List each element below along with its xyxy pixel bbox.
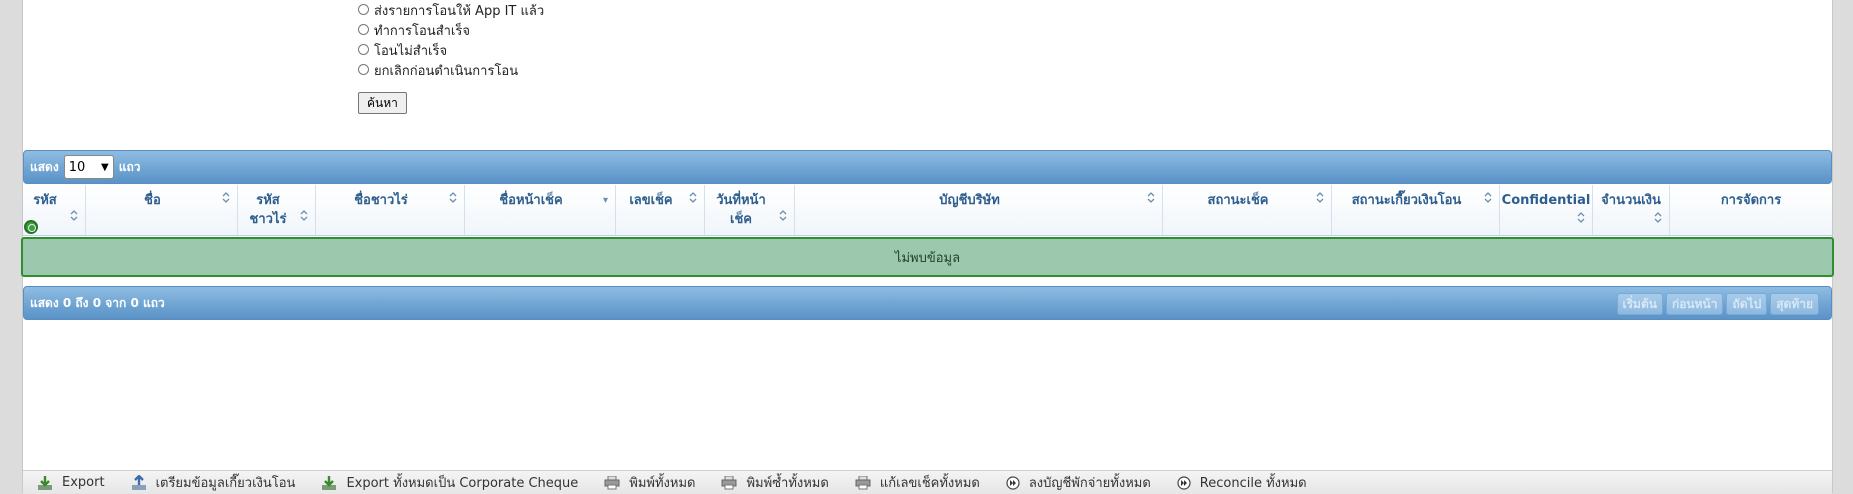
forward-icon — [1177, 475, 1191, 490]
pagination: เริ่มต้น ก่อนหน้า ถัดไป สุดท้าย — [1616, 293, 1819, 315]
toolbar-label: พิมพ์ทั้งหมด — [629, 476, 696, 491]
toolbar-label: Export ทั้งหมดเป็น Corporate Cheque — [346, 476, 579, 491]
empty-message: ไม่พบข้อมูล — [894, 250, 961, 266]
status-option-success[interactable]: ทำการโอนสำเร็จ — [358, 20, 544, 40]
status-option-sent[interactable]: ส่งรายการโอนให้ App IT แล้ว — [358, 0, 544, 20]
sort-icon — [689, 191, 697, 210]
page-length-value: 10 — [68, 159, 86, 175]
toolbar-label: ลงบัญชีพักจ่ายทั้งหมด — [1028, 476, 1151, 491]
status-option-label: โอนไม่สำเร็จ — [374, 43, 448, 59]
radio-button[interactable] — [358, 23, 369, 35]
length-prefix: แสดง — [30, 159, 59, 174]
forward-icon — [1006, 475, 1020, 490]
status-option-label: ทำการโอนสำเร็จ — [374, 23, 470, 39]
radio-button[interactable] — [358, 3, 369, 15]
status-option-failed[interactable]: โอนไม่สำเร็จ — [358, 40, 544, 60]
length-suffix: แถว — [118, 159, 141, 174]
column-header-amount[interactable]: จำนวนเงิน — [1593, 185, 1670, 235]
toolbar-label: Export — [62, 475, 105, 490]
column-label: จำนวนเงิน — [1601, 193, 1661, 208]
bottom-toolbar: Export เตรียมข้อมูลเกี๊ยวเงินโอน Export … — [23, 470, 1832, 494]
reprint-all-button[interactable]: พิมพ์ซ้ำทั้งหมด — [721, 472, 829, 493]
sort-icon — [1577, 211, 1585, 230]
table-length-bar: แสดง 10 ▼ แถว — [23, 150, 1832, 184]
sort-icon — [779, 209, 787, 228]
status-option-cancelled[interactable]: ยกเลิกก่อนดำเนินการโอน — [358, 60, 544, 80]
column-label: บัญชีบริษัท — [939, 193, 1000, 208]
column-label: สถานะเกี๊ยวเงินโอน — [1351, 193, 1462, 208]
column-header-farmer-name[interactable]: ชื่อชาวไร่ — [316, 185, 465, 235]
column-label: วันที่หน้า เช็ค — [716, 193, 766, 227]
upload-icon — [131, 474, 147, 491]
export-icon — [321, 475, 337, 491]
column-header-cheque-name[interactable]: ชื่อหน้าเช็ค ▾ — [465, 185, 616, 235]
pager-previous-button[interactable]: ก่อนหน้า — [1665, 293, 1724, 315]
post-suspense-button[interactable]: ลงบัญชีพักจ่ายทั้งหมด — [1006, 472, 1151, 493]
prepare-transfer-button[interactable]: เตรียมข้อมูลเกี๊ยวเงินโอน — [131, 472, 296, 493]
sort-icon — [1654, 211, 1662, 230]
column-label: รหัส ชาวไร่ — [249, 193, 287, 227]
printer-icon — [855, 475, 871, 490]
status-option-label: ส่งรายการโอนให้ App IT แล้ว — [374, 3, 545, 19]
sort-icon — [70, 209, 78, 228]
column-header-actions: การจัดการ — [1670, 185, 1832, 235]
table-info-bar: แสดง 0 ถึง 0 จาก 0 แถว เริ่มต้น ก่อนหน้า… — [23, 286, 1832, 320]
export-corporate-cheque-button[interactable]: Export ทั้งหมดเป็น Corporate Cheque — [321, 472, 578, 493]
column-label: ชื่อ — [144, 193, 161, 208]
column-label: ชื่อชาวไร่ — [354, 193, 408, 208]
sort-icon — [1484, 191, 1492, 210]
toolbar-label: Reconcile ทั้งหมด — [1199, 476, 1307, 491]
column-header-company-account[interactable]: บัญชีบริษัท — [795, 185, 1163, 235]
sort-icon — [300, 209, 308, 228]
column-header-confidential[interactable]: Confidential — [1500, 185, 1593, 235]
pager-first-button[interactable]: เริ่มต้น — [1616, 293, 1663, 315]
column-header-cheque-number[interactable]: เลขเช็ค — [616, 185, 705, 235]
export-button[interactable]: Export — [37, 475, 105, 491]
reconcile-all-button[interactable]: Reconcile ทั้งหมด — [1177, 472, 1307, 493]
empty-table-row: ไม่พบข้อมูล — [21, 237, 1834, 277]
column-label: Confidential — [1501, 193, 1591, 208]
pager-next-button[interactable]: ถัดไป — [1726, 293, 1768, 315]
column-label: รหัส — [33, 193, 57, 208]
export-icon — [37, 475, 53, 491]
status-filter-group: ส่งรายการโอนให้ App IT แล้ว ทำการโอนสำเร… — [358, 0, 544, 80]
sort-icon — [1147, 191, 1155, 210]
page-content: ส่งรายการโอนให้ App IT แล้ว ทำการโอนสำเร… — [21, 0, 1834, 494]
toolbar-label: แก้เลขเช็คทั้งหมด — [879, 476, 980, 491]
status-option-label: ยกเลิกก่อนดำเนินการโอน — [374, 63, 519, 79]
sort-desc-icon: ▾ — [602, 195, 608, 206]
search-button[interactable]: ค้นหา — [358, 92, 407, 114]
column-label: เลขเช็ค — [629, 193, 673, 208]
toolbar-label: เตรียมข้อมูลเกี๊ยวเงินโอน — [155, 476, 296, 491]
sort-icon — [1316, 191, 1324, 210]
printer-icon — [604, 475, 620, 490]
column-header-farmer-code[interactable]: รหัส ชาวไร่ — [238, 185, 316, 235]
page-length-select[interactable]: 10 ▼ — [63, 155, 114, 179]
column-header-name[interactable]: ชื่อ — [86, 185, 238, 235]
toolbar-label: พิมพ์ซ้ำทั้งหมด — [746, 476, 829, 491]
radio-button[interactable] — [358, 63, 369, 75]
radio-button[interactable] — [358, 43, 369, 55]
column-header-cheque-date[interactable]: วันที่หน้า เช็ค — [705, 185, 795, 235]
chevron-down-icon: ▼ — [101, 161, 109, 173]
row-expand-icon[interactable] — [24, 220, 38, 234]
column-header-cheque-status[interactable]: สถานะเช็ค — [1163, 185, 1332, 235]
column-header-transfer-status[interactable]: สถานะเกี๊ยวเงินโอน — [1332, 185, 1500, 235]
column-label: สถานะเช็ค — [1207, 193, 1269, 208]
edit-cheque-numbers-button[interactable]: แก้เลขเช็คทั้งหมด — [855, 472, 980, 493]
column-label: การจัดการ — [1720, 193, 1782, 208]
column-label: ชื่อหน้าเช็ค — [499, 193, 563, 208]
table-info: แสดง 0 ถึง 0 จาก 0 แถว — [30, 295, 165, 310]
print-all-button[interactable]: พิมพ์ทั้งหมด — [604, 472, 695, 493]
sort-icon — [222, 191, 230, 210]
printer-icon — [721, 475, 737, 490]
pager-last-button[interactable]: สุดท้าย — [1770, 293, 1819, 315]
sort-icon — [449, 191, 457, 210]
table-header: รหัส ชื่อ รหัส ชาวไร่ ชื่อชาวไร่ ชื่อหน้า… — [23, 185, 1832, 236]
